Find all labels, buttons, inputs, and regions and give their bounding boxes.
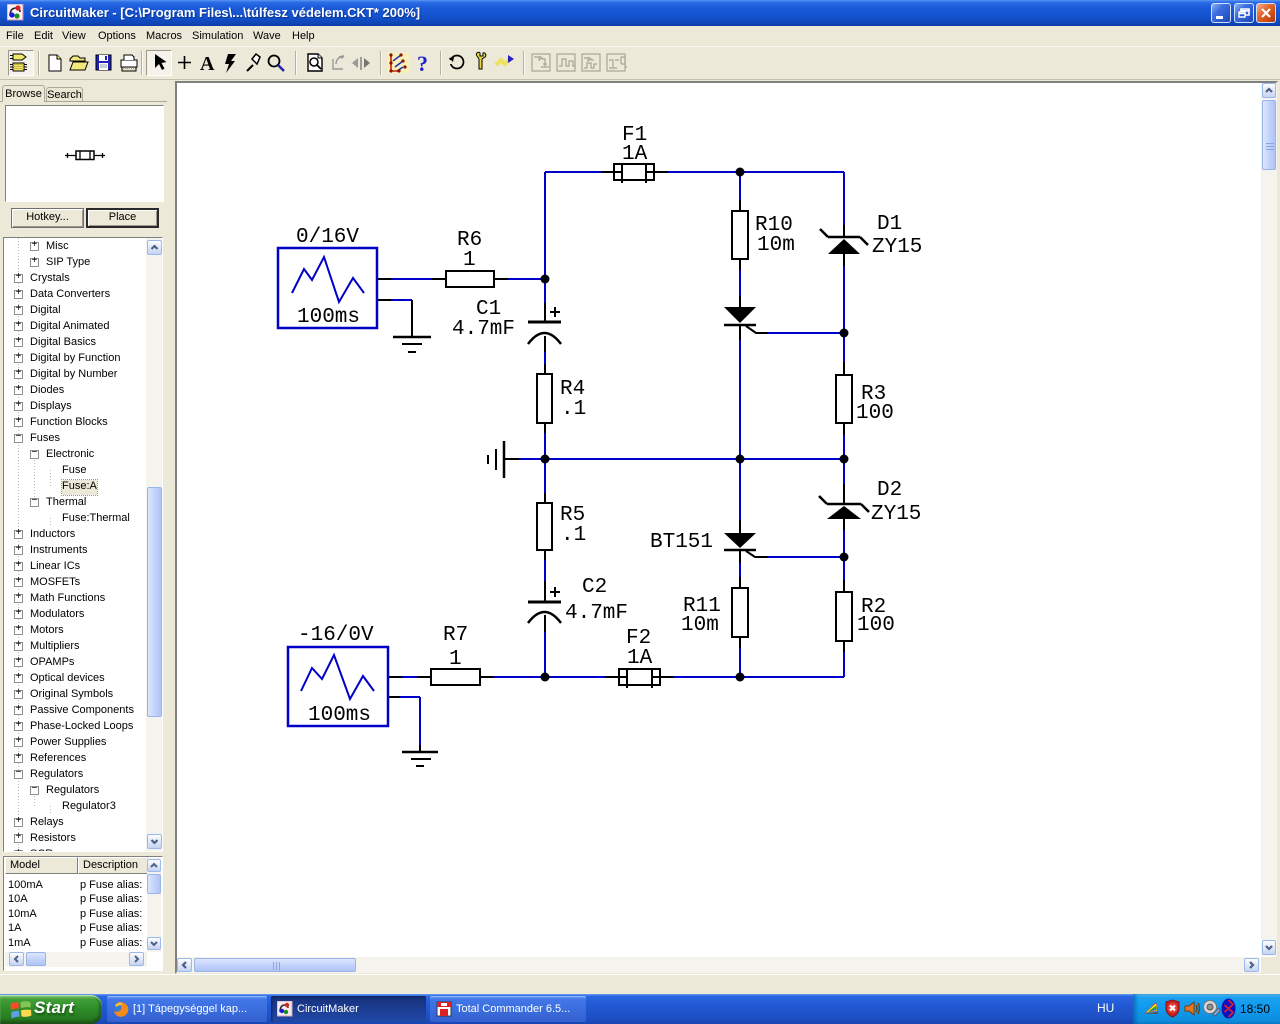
svg-text:0/16V: 0/16V <box>296 226 359 249</box>
svg-text:C2: C2 <box>582 576 607 599</box>
svg-text:-16/0V: -16/0V <box>298 624 374 647</box>
svg-text:10m: 10m <box>681 614 719 637</box>
svg-text:.1: .1 <box>561 398 586 421</box>
svg-text:BT151: BT151 <box>650 531 713 554</box>
svg-text:4.7mF: 4.7mF <box>452 318 515 341</box>
svg-text:100ms: 100ms <box>297 306 360 329</box>
svg-text:1: 1 <box>449 648 462 671</box>
svg-text:ZY15: ZY15 <box>872 236 922 259</box>
svg-text:10m: 10m <box>757 234 795 257</box>
svg-text:.1: .1 <box>561 524 586 547</box>
svg-text:D1: D1 <box>877 213 902 236</box>
svg-text:D2: D2 <box>877 479 902 502</box>
svg-text:?: ? <box>417 51 428 76</box>
svg-text:1A: 1A <box>622 143 648 166</box>
svg-text:4.7mF: 4.7mF <box>565 602 628 625</box>
svg-text:100: 100 <box>857 614 895 637</box>
svg-text:1: 1 <box>463 249 476 272</box>
svg-text:100: 100 <box>856 402 894 425</box>
svg-text:A: A <box>200 53 215 75</box>
svg-text:ZY15: ZY15 <box>871 503 921 526</box>
svg-text:1A: 1A <box>627 647 653 670</box>
svg-text:R7: R7 <box>443 624 468 647</box>
svg-text:100ms: 100ms <box>308 704 371 727</box>
